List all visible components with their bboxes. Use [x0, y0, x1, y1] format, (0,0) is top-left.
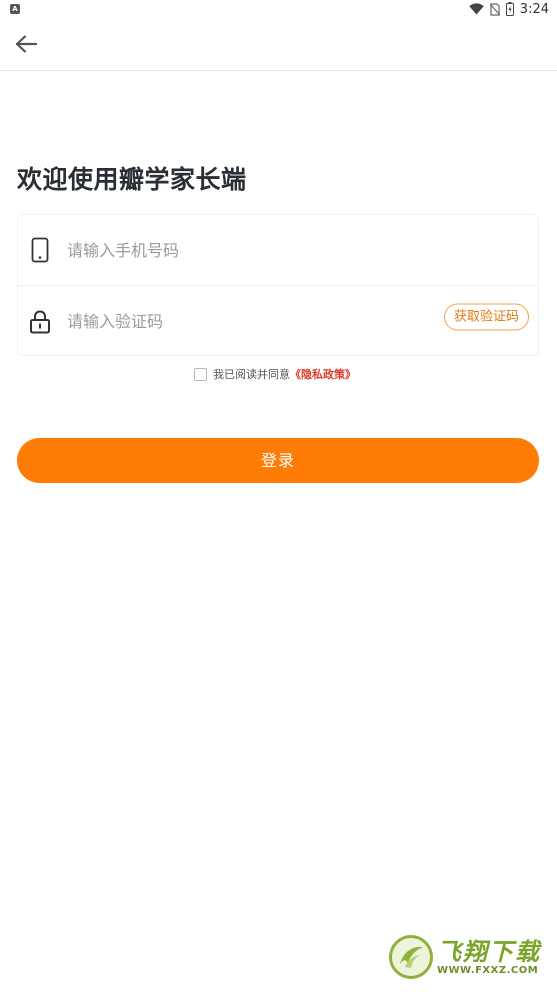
- battery-charging-icon: [505, 2, 514, 16]
- watermark-logo-icon: [389, 935, 433, 979]
- agree-checkbox[interactable]: [194, 367, 207, 381]
- status-bar: A 3:24: [0, 0, 557, 18]
- agree-text: 我已阅读并同意: [213, 368, 290, 381]
- code-row: 获取验证码: [18, 286, 538, 357]
- lock-icon: [28, 308, 52, 336]
- phone-icon: [28, 236, 52, 264]
- page-title: 欢迎使用瓣学家长端: [17, 165, 247, 194]
- arrow-left-icon: [15, 35, 38, 57]
- status-right: 3:24: [469, 2, 549, 17]
- no-sim-icon: [489, 2, 500, 16]
- verification-code-input[interactable]: [67, 306, 427, 337]
- status-time: 3:24: [519, 1, 549, 17]
- watermark: 飞翔下载 WWW.FXXZ.COM: [389, 930, 549, 984]
- phone-input[interactable]: [67, 235, 427, 265]
- get-code-button[interactable]: 获取验证码: [443, 303, 529, 331]
- watermark-title: 飞翔下载: [437, 937, 541, 966]
- watermark-url: WWW.FXXZ.COM: [437, 964, 539, 976]
- agreement: 我已阅读并同意 《隐私政策》: [194, 366, 356, 382]
- login-button[interactable]: 登录: [17, 438, 539, 483]
- back-button[interactable]: [10, 30, 42, 62]
- watermark-text: 飞翔下载 WWW.FXXZ.COM: [437, 939, 541, 976]
- wifi-icon: [469, 3, 484, 15]
- header: [0, 18, 557, 71]
- status-left: A: [10, 4, 20, 14]
- login-form: 获取验证码: [17, 214, 539, 356]
- notification-icon: A: [10, 4, 20, 14]
- phone-row: [18, 215, 538, 286]
- privacy-policy-link[interactable]: 《隐私政策》: [290, 366, 356, 382]
